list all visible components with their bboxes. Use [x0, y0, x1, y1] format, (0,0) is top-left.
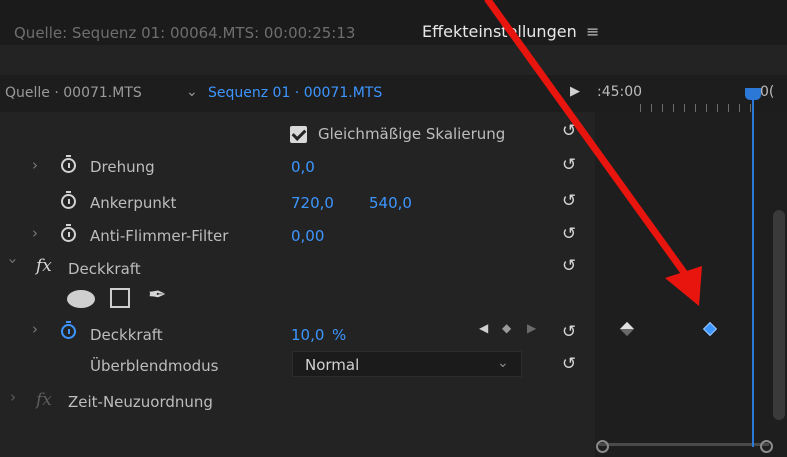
rectangle-mask-icon[interactable] [110, 288, 130, 308]
next-keyframe-icon[interactable]: ▶ [527, 321, 536, 335]
anti-flicker-value[interactable]: 0,00 [291, 227, 324, 245]
reset-icon[interactable]: ↺ [562, 155, 576, 175]
source-clip-label[interactable]: Quelle · 00071.MTS [5, 85, 142, 101]
vertical-scrollbar[interactable] [773, 210, 785, 420]
zoom-handle-right[interactable] [760, 440, 773, 453]
fx-icon[interactable]: fx [36, 390, 52, 410]
playhead-handle[interactable] [745, 88, 761, 100]
stopwatch-icon[interactable] [61, 191, 76, 209]
rotation-label: Drehung [90, 158, 155, 176]
opacity-group-label: Deckkraft [68, 260, 141, 278]
ellipse-mask-icon[interactable] [67, 290, 95, 308]
play-icon[interactable]: ▶ [570, 84, 580, 99]
collapse-caret-icon[interactable]: › [4, 258, 22, 264]
keyframe-timeline[interactable] [595, 112, 787, 457]
prev-keyframe-icon[interactable]: ◀ [479, 321, 488, 335]
reset-icon[interactable]: ↺ [562, 121, 576, 141]
panel-tab-bar: Quelle: Sequenz 01: 00064.MTS: 00:00:25:… [0, 0, 787, 45]
uniform-scale-checkbox[interactable] [290, 126, 307, 143]
pen-mask-icon[interactable]: ✒ [148, 283, 166, 308]
opacity-label: Deckkraft [90, 326, 163, 344]
anchor-x-value[interactable]: 720,0 [291, 194, 334, 212]
reset-icon[interactable]: ↺ [562, 256, 576, 276]
hamburger-icon[interactable]: ≡ [586, 22, 599, 41]
blend-mode-dropdown[interactable]: Normal ⌄ [292, 351, 522, 377]
expand-caret-icon[interactable]: › [32, 320, 38, 338]
reset-icon[interactable]: ↺ [562, 224, 576, 244]
blend-mode-label: Überblendmodus [90, 357, 219, 375]
reset-icon[interactable]: ↺ [562, 354, 576, 374]
fx-icon[interactable]: fx [36, 256, 52, 276]
rotation-value[interactable]: 0,0 [291, 158, 315, 176]
horizontal-scrollbar[interactable] [599, 443, 769, 446]
expand-caret-icon[interactable]: › [32, 156, 38, 174]
time-ruler[interactable] [640, 104, 758, 112]
reset-icon[interactable]: ↺ [562, 322, 576, 342]
chevron-down-icon: ⌄ [497, 355, 509, 371]
timeline-timecode: :45:00 [597, 84, 643, 100]
time-remap-label: Zeit-Neuzuordnung [68, 393, 213, 411]
stopwatch-icon[interactable] [61, 155, 76, 173]
expand-caret-icon[interactable]: › [32, 224, 38, 242]
effects-settings-tab[interactable]: Effekteinstellungen [422, 22, 577, 41]
zoom-handle-left[interactable] [596, 440, 609, 453]
playhead-time-label: 0( [760, 84, 775, 100]
anti-flicker-label: Anti-Flimmer-Filter [90, 227, 229, 245]
reset-icon[interactable]: ↺ [562, 191, 576, 211]
source-tab[interactable]: Quelle: Sequenz 01: 00064.MTS: 00:00:25:… [14, 24, 355, 42]
anchor-y-value[interactable]: 540,0 [369, 194, 412, 212]
stopwatch-icon[interactable] [61, 224, 76, 242]
blend-mode-value: Normal [305, 356, 360, 374]
expand-caret-icon[interactable]: › [10, 388, 16, 406]
anchor-point-label: Ankerpunkt [90, 194, 177, 212]
opacity-unit: % [332, 326, 347, 344]
sequence-clip-label[interactable]: Sequenz 01 · 00071.MTS [208, 85, 382, 101]
uniform-scale-label: Gleichmäßige Skalierung [318, 125, 506, 143]
opacity-value[interactable]: 10,0 [291, 326, 324, 344]
add-keyframe-icon[interactable]: ◆ [502, 321, 511, 335]
playhead-line[interactable] [752, 95, 754, 447]
chevron-down-icon[interactable]: ⌄ [186, 84, 198, 100]
stopwatch-active-icon[interactable] [61, 321, 76, 339]
